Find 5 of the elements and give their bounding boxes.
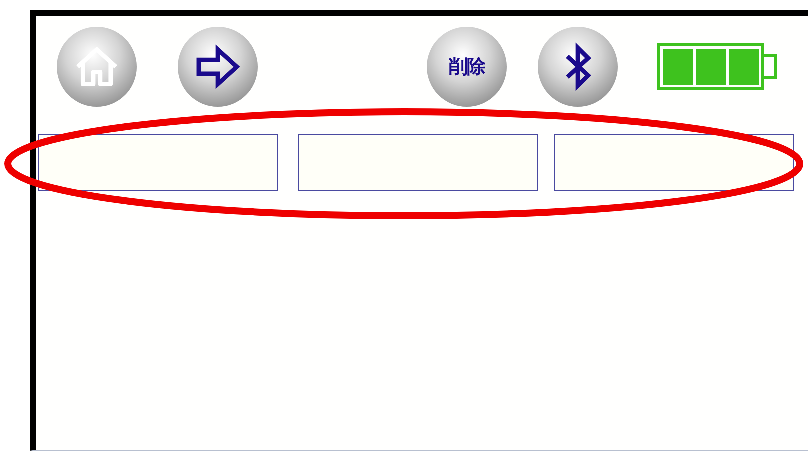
battery-icon xyxy=(657,43,779,91)
input-field[interactable] xyxy=(298,134,538,191)
input-field[interactable] xyxy=(554,134,794,191)
delete-button[interactable]: 削除 xyxy=(427,27,507,107)
input-field[interactable] xyxy=(38,134,278,191)
